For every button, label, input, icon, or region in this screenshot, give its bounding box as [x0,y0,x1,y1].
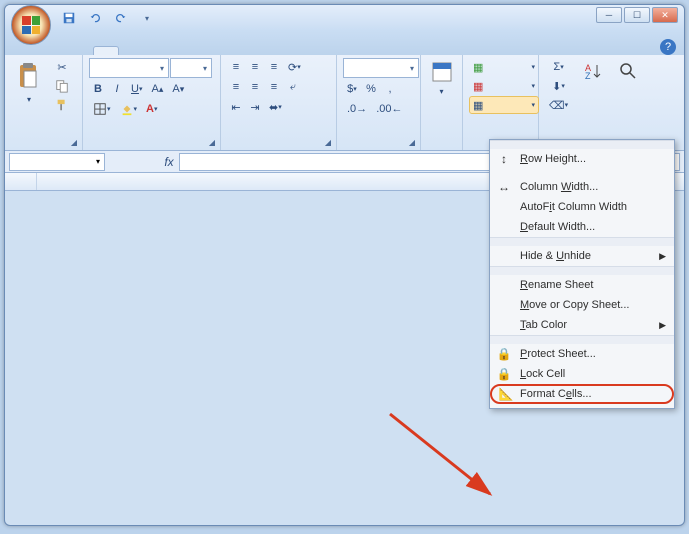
copy-icon[interactable] [51,77,73,95]
align-top-icon[interactable]: ≡ [227,58,245,76]
save-icon[interactable] [59,8,79,28]
paste-button[interactable]: ▾ [11,58,47,107]
percent-icon[interactable]: % [362,80,380,98]
font-size-combo[interactable]: ▾ [170,58,212,78]
lock-icon: 🔒 [496,366,512,382]
tab-menus[interactable] [69,47,93,55]
qat-customize-icon[interactable]: ▾ [137,8,157,28]
tab-formulas[interactable] [167,47,191,55]
minimize-button[interactable]: ─ [596,7,622,23]
menu-section-protection [490,335,674,344]
number-format-combo[interactable]: ▾ [343,58,419,78]
group-number-label [343,146,414,148]
tab-developer[interactable] [263,47,287,55]
wrap-text-icon[interactable]: ⤶ [284,78,302,96]
tab-insert[interactable] [119,47,143,55]
decrease-decimal-icon[interactable]: .00← [372,100,406,118]
titlebar: ▾ ─ ☐ ✕ [5,5,684,31]
grow-font-icon[interactable]: A▴ [147,80,167,98]
maximize-button[interactable]: ☐ [624,7,650,23]
font-color-icon[interactable]: A▾ [142,100,161,118]
align-bottom-icon[interactable]: ≡ [265,58,283,76]
menu-protect-sheet[interactable]: 🔒Protect Sheet... [490,344,674,364]
office-button[interactable] [11,5,51,45]
align-middle-icon[interactable]: ≡ [246,58,264,76]
accounting-format-icon[interactable]: $▾ [343,80,361,98]
orientation-icon[interactable]: ⟳▾ [284,58,305,76]
menu-section-organize [490,266,674,275]
merge-center-icon[interactable]: ⬌▾ [265,98,286,116]
menu-format-cells[interactable]: 📐Format Cells... [490,384,674,404]
redo-icon[interactable] [111,8,131,28]
format-painter-icon[interactable] [51,96,73,114]
number-launcher-icon[interactable]: ◢ [406,136,418,148]
lock-icon: 🔒 [496,346,512,362]
menu-default-width[interactable]: Default Width... [490,217,674,237]
group-alignment-label [227,146,330,148]
alignment-launcher-icon[interactable]: ◢ [322,136,334,148]
menu-section-cell-size [490,140,674,149]
find-select-button[interactable] [613,58,643,86]
cut-icon[interactable]: ✂ [51,58,73,76]
format-cells-icon: 📐 [498,386,514,402]
format-cells-button[interactable]: ▦ ▾ [469,96,539,114]
clear-icon[interactable]: ⌫▾ [545,96,572,114]
align-left-icon[interactable]: ≡ [227,78,245,96]
shrink-font-icon[interactable]: A▾ [168,80,188,98]
menu-autofit-row[interactable] [490,169,674,177]
tab-view[interactable] [239,47,263,55]
borders-icon[interactable]: ▾ [89,100,115,118]
format-dropdown-menu: ↕Row Height... ↔Column Width... AutoFit … [489,139,675,409]
menu-row-height[interactable]: ↕Row Height... [490,149,674,169]
insert-cells-button[interactable]: ▦ ▾ [469,58,539,76]
autosum-icon[interactable]: Σ▾ [545,58,572,76]
menu-rename-sheet[interactable]: Rename Sheet [490,275,674,295]
tab-home[interactable] [93,46,119,55]
align-center-icon[interactable]: ≡ [246,78,264,96]
italic-icon[interactable]: I [108,80,126,98]
undo-icon[interactable] [85,8,105,28]
quick-access-toolbar: ▾ [59,8,157,28]
fx-icon[interactable]: fx [159,155,179,169]
comma-icon[interactable]: , [381,80,399,98]
bold-icon[interactable]: B [89,80,107,98]
menu-column-width[interactable]: ↔Column Width... [490,177,674,197]
ribbon-tabs: ? [5,31,684,55]
column-width-icon: ↔ [496,179,512,195]
menu-autofit-column[interactable]: AutoFit Column Width [490,197,674,217]
align-right-icon[interactable]: ≡ [265,78,283,96]
underline-icon[interactable]: U▾ [127,80,146,98]
clipboard-launcher-icon[interactable]: ◢ [68,136,80,148]
menu-section-visibility [490,237,674,246]
group-clipboard-label [11,146,76,148]
row-height-icon: ↕ [496,151,512,167]
ribbon: ▾ ✂ ◢ ▾ ▾ B I U▾ [5,55,684,151]
font-launcher-icon[interactable]: ◢ [206,136,218,148]
delete-cells-button[interactable]: ▦ ▾ [469,77,539,95]
tab-data[interactable] [191,47,215,55]
sort-filter-button[interactable]: AZ [576,58,609,86]
decrease-indent-icon[interactable]: ⇤ [227,98,245,116]
menu-move-copy[interactable]: Move or Copy Sheet... [490,295,674,315]
font-name-combo[interactable]: ▾ [89,58,169,78]
fill-color-icon[interactable]: ▾ [116,100,142,118]
tab-page-layout[interactable] [143,47,167,55]
increase-decimal-icon[interactable]: .0→ [343,100,371,118]
svg-text:Z: Z [585,71,591,81]
menu-lock-cell[interactable]: 🔒Lock Cell [490,364,674,384]
group-font-label [89,146,214,148]
chevron-right-icon: ▶ [659,251,666,262]
menu-hide-unhide[interactable]: Hide & Unhide▶ [490,246,674,266]
styles-button[interactable]: ▾ [427,58,456,99]
increase-indent-icon[interactable]: ⇥ [246,98,264,116]
close-button[interactable]: ✕ [652,7,678,23]
chevron-right-icon: ▶ [659,320,666,331]
menu-tab-color[interactable]: Tab Color▶ [490,315,674,335]
tab-review[interactable] [215,47,239,55]
fill-icon[interactable]: ⬇▾ [545,77,572,95]
select-all-button[interactable] [5,173,37,190]
name-box[interactable]: ▾ [9,153,105,171]
help-icon[interactable]: ? [660,39,676,55]
